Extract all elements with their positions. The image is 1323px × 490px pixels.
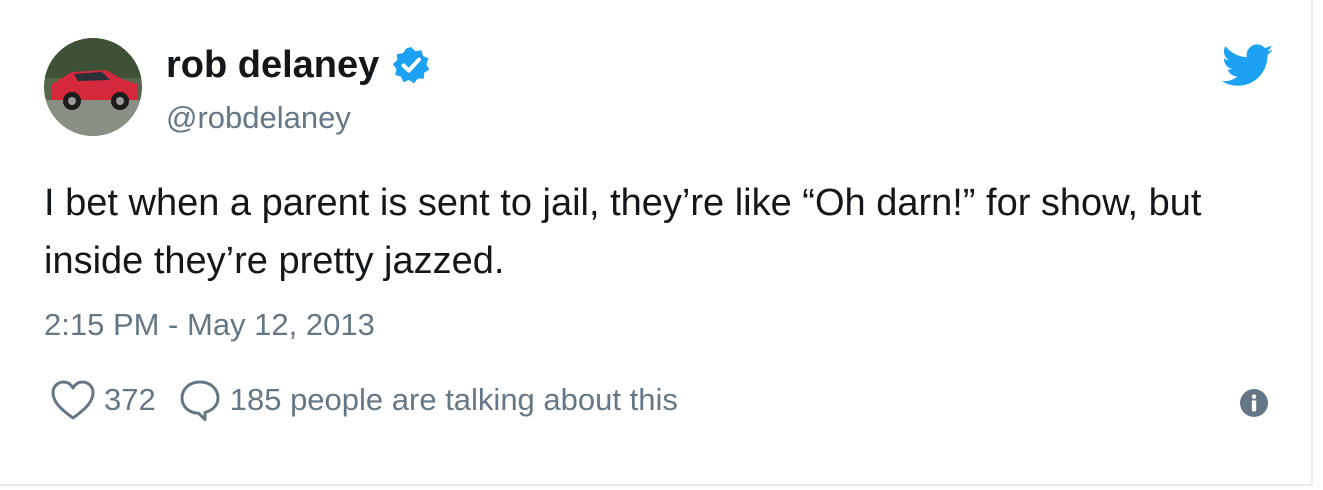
speech-bubble-icon: [180, 380, 220, 421]
reply-conversation-link[interactable]: 185 people are talking about this: [178, 378, 678, 422]
tweet-actions: 372 185 people are talking about this: [50, 378, 678, 422]
author-name-row: rob delaney: [166, 38, 431, 92]
tweet-text: I bet when a parent is sent to jail, the…: [44, 182, 1202, 282]
verified-badge-icon: [393, 47, 430, 84]
author-handle[interactable]: @robdelaney: [166, 96, 351, 140]
info-icon[interactable]: [1239, 388, 1269, 418]
avatar-photo: [44, 38, 142, 136]
like-count: 372: [104, 382, 156, 417]
heart-icon: [51, 380, 95, 420]
twitter-bird-icon[interactable]: [1222, 44, 1274, 88]
avatar[interactable]: [44, 38, 142, 136]
like-button[interactable]: 372: [50, 379, 156, 421]
tweet-card: rob delaney @robdelaney I bet when a par…: [0, 0, 1313, 486]
author-display-name[interactable]: rob delaney: [166, 38, 379, 92]
talking-about-text: 185 people are talking about this: [229, 382, 678, 417]
tweet-timestamp[interactable]: 2:15 PM - May 12, 2013: [44, 302, 375, 348]
